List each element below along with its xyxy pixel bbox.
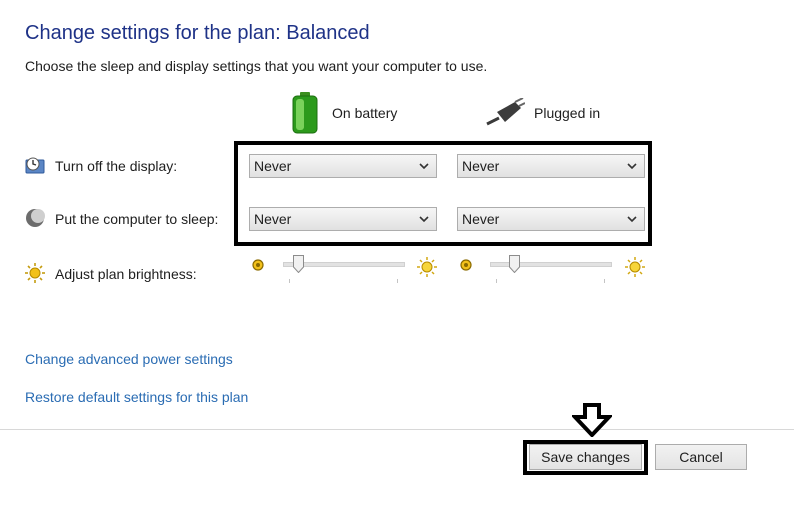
dim-sun-icon xyxy=(459,258,473,272)
on-battery-label: On battery xyxy=(332,105,398,121)
bright-sun-icon xyxy=(417,257,437,277)
sleep-moon-icon xyxy=(25,208,45,228)
slider-tick xyxy=(289,279,290,283)
cancel-button[interactable]: Cancel xyxy=(655,444,747,470)
sleep-label: Put the computer to sleep: xyxy=(55,211,219,227)
plugged-in-label: Plugged in xyxy=(534,105,601,121)
turn-off-display-label: Turn off the display: xyxy=(55,158,178,174)
dim-sun-icon xyxy=(251,258,265,272)
bright-sun-icon xyxy=(625,257,645,277)
page-title: Change settings for the plan: Balanced xyxy=(25,22,370,44)
plugged-brightness-thumb[interactable] xyxy=(508,255,520,274)
brightness-label: Adjust plan brightness: xyxy=(55,266,197,282)
divider xyxy=(0,429,794,430)
highlight-outline xyxy=(234,141,652,246)
slider-tick xyxy=(496,279,497,283)
display-timer-icon xyxy=(25,156,45,176)
down-arrow-icon xyxy=(570,403,614,438)
restore-defaults-link[interactable]: Restore default settings for this plan xyxy=(25,389,248,405)
slider-tick xyxy=(397,279,398,283)
plug-icon xyxy=(485,97,526,128)
advanced-settings-link[interactable]: Change advanced power settings xyxy=(25,351,233,367)
save-changes-button[interactable]: Save changes xyxy=(529,444,642,470)
battery-icon xyxy=(290,92,320,134)
page-subtitle: Choose the sleep and display settings th… xyxy=(25,58,488,74)
battery-brightness-thumb[interactable] xyxy=(293,255,305,274)
brightness-icon xyxy=(25,263,45,283)
slider-tick xyxy=(604,279,605,283)
